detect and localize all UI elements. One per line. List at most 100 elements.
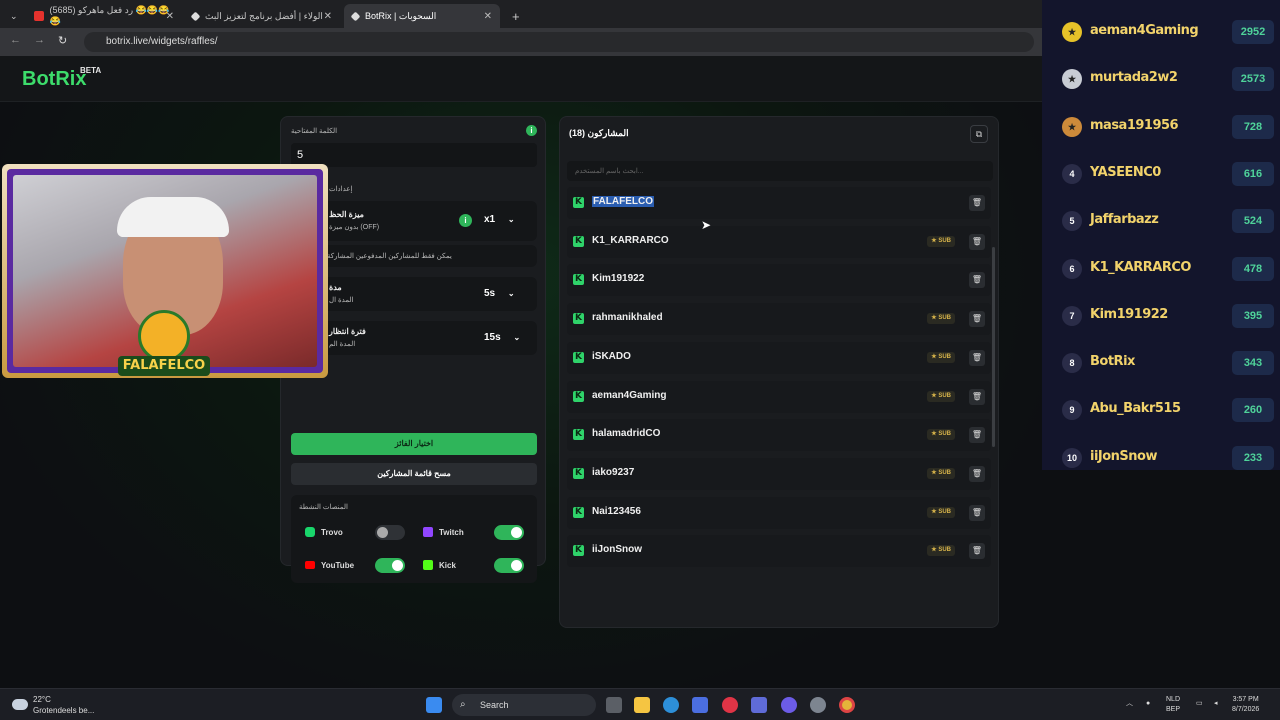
participant-row[interactable]: Kaeman4Gaming ★ SUB 🗑 — [567, 380, 991, 413]
participant-row[interactable]: K K1_KARRARCO ★ SUB 🗑 — [567, 225, 991, 258]
taskbar-search[interactable]: ⌕ Search — [452, 694, 596, 716]
youtube-toggle[interactable] — [375, 558, 405, 573]
forward-icon[interactable]: → — [34, 34, 45, 46]
url-field[interactable]: botrix.live/widgets/raffles/ — [84, 32, 1034, 52]
app-icon[interactable] — [751, 697, 767, 713]
sub-badge-label: SUB — [938, 469, 951, 476]
delete-participant-icon[interactable]: 🗑 — [969, 349, 985, 366]
kick-toggle[interactable] — [494, 558, 524, 573]
duration-value: 5s — [484, 288, 496, 299]
delete-participant-icon[interactable]: 🗑 — [969, 272, 985, 289]
clock[interactable]: 3:57 PM 8/7/2026 — [1232, 695, 1259, 715]
botrix-logo[interactable]: BotRix BETA — [22, 66, 101, 91]
clear-participants-button[interactable]: مسح قائمة المشاركين — [291, 463, 537, 485]
sub-badge-label: SUB — [938, 353, 951, 360]
info-icon[interactable]: i — [526, 125, 537, 136]
rank-badge: 5 — [1062, 211, 1082, 232]
leaderboard-name: aeman4Gaming — [1090, 23, 1199, 38]
participant-name: K1_KARRARCO — [592, 234, 669, 246]
store-icon[interactable] — [692, 697, 708, 713]
chevron-down-icon: ⌄ — [513, 333, 521, 342]
keyword-label: الكلمة المفتاحية — [291, 128, 338, 135]
file-explorer-icon[interactable] — [634, 697, 650, 713]
discord-icon[interactable] — [781, 697, 797, 713]
participant-row[interactable]: K FALAFELCO 🗑 — [567, 187, 991, 219]
toggle-knob — [511, 560, 522, 571]
reload-icon[interactable]: ↻ — [58, 34, 67, 47]
delete-participant-icon[interactable]: 🗑 — [969, 504, 985, 521]
weather-widget[interactable]: 22°C Grotendeels be... — [33, 694, 94, 716]
leaderboard-row: 6 K1_KARRARCO 478 — [1062, 249, 1274, 289]
streamer-name: FALAFELCO — [118, 356, 210, 376]
delete-participant-icon[interactable]: 🗑 — [969, 233, 985, 250]
leaderboard-name: masa191956 — [1090, 117, 1179, 133]
language-indicator[interactable]: NLD BEP — [1166, 695, 1180, 715]
top-nav: BotRix BETA — [0, 56, 1042, 102]
tab-raffles[interactable]: BotRix | السحوبات ✕ — [344, 4, 500, 28]
network-icon[interactable]: ▭ — [1196, 699, 1203, 709]
delete-participant-icon[interactable]: 🗑 — [969, 465, 985, 482]
copy-icon[interactable]: ⧉ — [970, 125, 988, 143]
trovo-toggle[interactable] — [375, 525, 405, 540]
keyword-input[interactable]: 5 — [291, 143, 537, 167]
info-icon[interactable]: i — [459, 214, 472, 227]
chevron-down-icon: ⌄ — [507, 289, 515, 298]
participant-search-input[interactable]: ابحث باسم المستخدم... — [567, 161, 993, 181]
leaderboard-score: 395 — [1232, 303, 1274, 328]
participant-row[interactable]: Krahmanikhaled ★ SUB 🗑 — [567, 303, 991, 336]
participant-row[interactable]: KhalamadridCO ★ SUB 🗑 — [567, 419, 991, 452]
opera-icon[interactable] — [722, 697, 738, 713]
delete-participant-icon[interactable]: 🗑 — [969, 543, 985, 560]
luck-dropdown[interactable]: x1 ⌄ — [484, 214, 515, 225]
delete-participant-icon[interactable]: 🗑 — [969, 195, 985, 211]
participant-name: aeman4Gaming — [592, 389, 667, 401]
tab-title: BotRix | السحوبات — [365, 10, 437, 21]
participant-scrollbar[interactable] — [992, 247, 995, 447]
leaderboard-score: 2573 — [1232, 67, 1274, 92]
delete-participant-icon[interactable]: 🗑 — [969, 427, 985, 444]
microphone-icon[interactable]: ● — [1146, 699, 1150, 709]
windows-start-icon[interactable] — [426, 697, 442, 713]
tab-youtube[interactable]: (5685) رد فعل ماهركو 😂😂😂😂 ✕ — [26, 4, 182, 28]
volume-icon[interactable]: ◂ — [1214, 699, 1218, 709]
platform-youtube-label: YouTube — [321, 561, 355, 570]
tray-chevron-icon[interactable]: ︿ — [1126, 699, 1133, 709]
task-view-icon[interactable] — [606, 697, 622, 713]
participant-row[interactable]: KiiJonSnow ★ SUB 🗑 — [567, 535, 991, 568]
edge-icon[interactable] — [663, 697, 679, 713]
streamer-badge: FALAFELCO — [118, 310, 210, 394]
close-tab-icon[interactable]: ✕ — [166, 11, 174, 22]
wait-dropdown[interactable]: 15s ⌄ — [484, 332, 520, 343]
twitch-toggle[interactable] — [494, 525, 524, 540]
kick-icon: K — [573, 429, 584, 441]
kick-icon: K — [573, 235, 584, 247]
sub-badge: ★ SUB — [927, 545, 955, 557]
settings-icon[interactable] — [810, 697, 826, 713]
tab-loyalty[interactable]: الولاء | أفضل برنامج لتعزيز البث ✕ — [184, 4, 340, 28]
mouse-cursor-icon: ➤ — [701, 218, 712, 232]
close-tab-icon[interactable]: ✕ — [484, 11, 492, 22]
kick-icon: K — [573, 274, 584, 286]
participant-row[interactable]: Kiako9237 ★ SUB 🗑 — [567, 457, 991, 490]
participant-row[interactable]: K Kim191922 🗑 — [567, 264, 991, 297]
sub-badge: ★ SUB — [927, 313, 955, 325]
sub-badge: ★ SUB — [927, 235, 955, 247]
participant-name: iiJonSnow — [592, 544, 642, 556]
sub-badge-label: SUB — [938, 508, 951, 515]
rank-badge: 10 — [1062, 447, 1082, 468]
back-icon[interactable]: ← — [10, 34, 21, 46]
pick-winner-button[interactable]: اختيار الفائز — [291, 433, 537, 455]
new-tab-button[interactable]: + — [504, 4, 528, 28]
close-tab-icon[interactable]: ✕ — [324, 11, 332, 22]
delete-participant-icon[interactable]: 🗑 — [969, 311, 985, 328]
participant-row[interactable]: KiSKADO ★ SUB 🗑 — [567, 341, 991, 374]
chrome-icon[interactable] — [839, 697, 855, 713]
leaderboard-score: 478 — [1232, 256, 1274, 281]
participant-row[interactable]: K Nai123456 ★ SUB 🗑 — [567, 496, 991, 529]
streamer-cap — [117, 197, 229, 237]
tab-list-chevron-icon[interactable]: ⌄ — [2, 4, 22, 28]
lang-secondary: BEP — [1166, 706, 1181, 713]
duration-dropdown[interactable]: 5s ⌄ — [484, 288, 515, 299]
delete-participant-icon[interactable]: 🗑 — [969, 388, 985, 405]
rank-badge: 9 — [1062, 400, 1082, 421]
